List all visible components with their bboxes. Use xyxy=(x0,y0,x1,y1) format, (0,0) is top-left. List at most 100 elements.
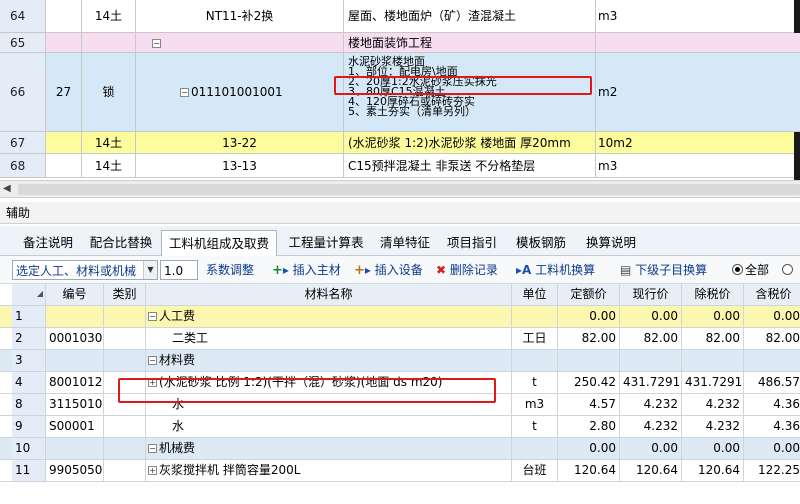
table-row[interactable]: 2 00010302 二类工 工日 82.00 82.00 82.00 82.00 xyxy=(0,328,800,350)
code-cell[interactable]: 31150101 xyxy=(46,394,104,415)
code-cell[interactable]: S00001 xyxy=(46,416,104,437)
code-type-cell[interactable]: 14土 xyxy=(82,0,136,32)
col-header-name[interactable]: 材料名称 xyxy=(146,284,512,305)
chevron-down-icon[interactable]: ▼ xyxy=(143,261,157,279)
tab-conversion-notes[interactable]: 换算说明 xyxy=(580,230,642,256)
unit-cell[interactable]: m3 xyxy=(596,154,794,177)
collapse-toggle-icon[interactable]: − xyxy=(180,88,189,97)
tab-formwork-rebar[interactable]: 模板钢筋 xyxy=(510,230,572,256)
pretax-price-cell[interactable]: 0.00 xyxy=(682,438,744,459)
material-name-cell[interactable]: 二类工 xyxy=(146,328,512,349)
expand-toggle-icon[interactable]: + xyxy=(148,466,157,475)
collapse-toggle-icon[interactable]: − xyxy=(152,39,161,48)
name-cell[interactable]: (水泥砂浆 1:2)水泥砂浆 楼地面 厚20mm xyxy=(344,132,596,153)
radio-other[interactable] xyxy=(782,260,795,280)
quota-price-cell[interactable]: 82.00 xyxy=(558,328,620,349)
unit-cell[interactable]: 台班 xyxy=(512,460,558,481)
collapse-toggle-icon[interactable]: − xyxy=(148,444,157,453)
unit-cell[interactable] xyxy=(512,438,558,459)
quota-price-cell[interactable]: 0.00 xyxy=(558,438,620,459)
horizontal-scrollbar[interactable]: ◀ xyxy=(0,180,800,198)
unit-cell[interactable] xyxy=(512,350,558,371)
table-row[interactable]: 9 S00001 水 t 2.80 4.232 4.232 4.36 xyxy=(0,416,800,438)
current-price-cell[interactable]: 4.232 xyxy=(620,394,682,415)
table-row[interactable]: 68 14土 13-13 C15预拌混凝土 非泵送 不分格垫层 m3 xyxy=(0,154,800,178)
collapse-toggle-icon[interactable]: − xyxy=(148,312,157,321)
code-type-cell[interactable] xyxy=(82,33,136,52)
type-cell[interactable] xyxy=(104,438,146,459)
quota-price-cell[interactable]: 4.57 xyxy=(558,394,620,415)
pretax-price-cell[interactable]: 4.232 xyxy=(682,394,744,415)
code-cell[interactable]: 13-13 xyxy=(136,154,344,177)
factor-adjust-button[interactable]: 系数调整 xyxy=(206,260,254,280)
name-cell[interactable]: 屋面、楼地面炉（矿）渣混凝土 xyxy=(344,0,596,32)
pretax-price-cell[interactable]: 0.00 xyxy=(682,306,744,327)
material-name-cell[interactable]: − 材料费 xyxy=(146,350,512,371)
current-price-cell[interactable]: 82.00 xyxy=(620,328,682,349)
current-price-cell[interactable]: 431.7291 xyxy=(620,372,682,393)
taxed-price-cell[interactable]: 4.36 xyxy=(744,394,800,415)
col-header-code[interactable]: 编号 xyxy=(46,284,104,305)
code-cell[interactable]: 99050503 xyxy=(46,460,104,481)
pretax-price-cell[interactable]: 431.7291 xyxy=(682,372,744,393)
unit-cell[interactable]: t xyxy=(512,372,558,393)
radio-selected-icon[interactable] xyxy=(732,264,743,275)
tab-resources-fees[interactable]: 工料机组成及取费 xyxy=(161,230,277,257)
table-row[interactable]: 1− 人工费 0.00 0.00 0.00 0.00 xyxy=(0,306,800,328)
taxed-price-cell[interactable]: 122.25 xyxy=(744,460,800,481)
unit-cell[interactable] xyxy=(512,306,558,327)
table-row[interactable]: 3 − 材料费 xyxy=(0,350,800,372)
sub-item-convert-button[interactable]: ▤ 下级子目换算 xyxy=(620,260,707,280)
quota-price-cell[interactable]: 2.80 xyxy=(558,416,620,437)
current-price-cell[interactable]: 120.64 xyxy=(620,460,682,481)
taxed-price-cell[interactable] xyxy=(744,350,800,371)
pretax-price-cell[interactable]: 120.64 xyxy=(682,460,744,481)
insert-equipment-button[interactable]: +▸ 插入设备 xyxy=(354,260,423,280)
table-row[interactable]: 10− 机械费 0.00 0.00 0.00 0.00 xyxy=(0,438,800,460)
current-price-cell[interactable] xyxy=(620,350,682,371)
seq-cell[interactable] xyxy=(46,132,82,153)
factor-input[interactable]: 1.0 xyxy=(160,260,198,280)
collapse-toggle-icon[interactable]: − xyxy=(148,356,157,365)
code-cell[interactable]: − xyxy=(136,33,344,52)
delete-record-button[interactable]: ✖ 删除记录 xyxy=(436,260,498,280)
scroll-left-icon[interactable]: ◀ xyxy=(3,183,11,194)
material-name-cell[interactable]: − 机械费 xyxy=(146,438,512,459)
col-header-taxed-price[interactable]: 含税价 xyxy=(744,284,800,305)
code-cell[interactable]: 00010302 xyxy=(46,328,104,349)
col-header-current-price[interactable]: 现行价 xyxy=(620,284,682,305)
type-cell[interactable] xyxy=(104,350,146,371)
pretax-price-cell[interactable]: 82.00 xyxy=(682,328,744,349)
unit-cell[interactable]: m2 xyxy=(596,53,794,131)
quota-price-cell[interactable]: 0.00 xyxy=(558,306,620,327)
code-cell[interactable] xyxy=(46,306,104,327)
col-header-type[interactable]: 类别 xyxy=(104,284,146,305)
taxed-price-cell[interactable]: 0.00 xyxy=(744,438,800,459)
seq-cell[interactable]: 27 xyxy=(46,53,82,131)
material-name-cell[interactable]: + 灰浆搅拌机 拌筒容量200L xyxy=(146,460,512,481)
unit-cell[interactable]: 工日 xyxy=(512,328,558,349)
unit-cell[interactable]: m3 xyxy=(596,0,794,32)
unit-cell[interactable]: t xyxy=(512,416,558,437)
name-cell[interactable]: 楼地面装饰工程 xyxy=(344,33,596,52)
table-row-highlighted[interactable]: 67 14土 13-22 (水泥砂浆 1:2)水泥砂浆 楼地面 厚20mm 10… xyxy=(0,132,800,154)
code-type-cell[interactable]: 14土 xyxy=(82,154,136,177)
pretax-price-cell[interactable]: 4.232 xyxy=(682,416,744,437)
scrollbar-thumb[interactable] xyxy=(18,184,800,195)
unit-cell[interactable]: m3 xyxy=(512,394,558,415)
tab-item-guide[interactable]: 项目指引 xyxy=(442,230,502,256)
col-header-unit[interactable]: 单位 xyxy=(512,284,558,305)
code-type-cell[interactable]: 14土 xyxy=(82,132,136,153)
col-header-pretax-price[interactable]: 除税价 xyxy=(682,284,744,305)
code-cell[interactable]: NT11-补2换 xyxy=(136,0,344,32)
tab-quantity-calc[interactable]: 工程量计算表 xyxy=(284,230,368,256)
table-row[interactable]: 65 − 楼地面装饰工程 xyxy=(0,33,800,53)
type-cell[interactable] xyxy=(104,460,146,481)
tab-mix-replace[interactable]: 配合比替换 xyxy=(84,230,158,256)
quota-price-cell[interactable] xyxy=(558,350,620,371)
code-cell[interactable]: 80010123 xyxy=(46,372,104,393)
lock-status-cell[interactable]: 锁 xyxy=(82,53,136,131)
quota-price-cell[interactable]: 120.64 xyxy=(558,460,620,481)
code-cell[interactable]: −011101001001 xyxy=(136,53,344,131)
unit-cell[interactable] xyxy=(596,33,794,52)
